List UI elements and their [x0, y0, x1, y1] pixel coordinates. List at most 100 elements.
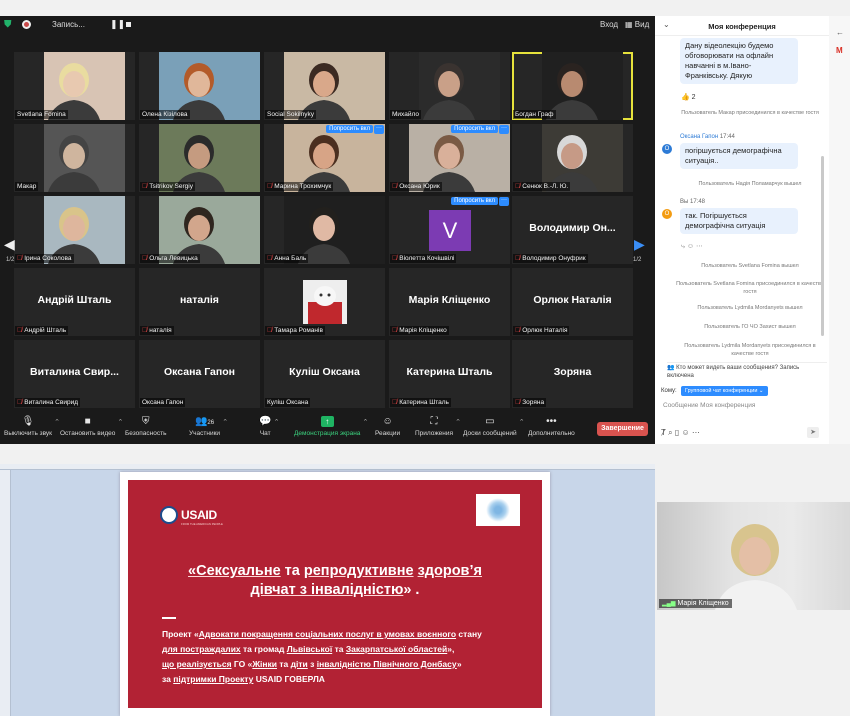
ask-to-unmute-button[interactable]: Попросить вкл — [451, 197, 498, 205]
usaid-logo: USAID FROM THE AMERICAN PEOPLE — [160, 506, 230, 526]
file-icon[interactable]: ▯ — [675, 428, 679, 437]
participant-tile[interactable]: Social Sokilnyky — [264, 52, 385, 120]
participant-tile[interactable]: Зоряна 🎙̸ Зоряна — [512, 340, 633, 408]
more-icon[interactable]: ⋯ — [692, 428, 700, 437]
participant-tile[interactable]: Орлюк Наталія 🎙̸ Орлюк Наталія — [512, 268, 633, 336]
stop-recording-icon[interactable] — [126, 22, 131, 27]
vertical-ruler — [0, 470, 11, 716]
chat-input[interactable]: Сообщение Моя конференция — [663, 402, 823, 409]
participant-tile[interactable]: 🎙̸ Ольга Левицька — [139, 196, 260, 264]
chat-sender: Оксана Гапон 17:44 — [680, 134, 735, 140]
back-arrow-icon[interactable]: ← — [836, 28, 844, 37]
participant-tile[interactable]: Попросить вкл ··· 🎙̸ Марина Трохимчук — [264, 124, 385, 192]
participant-tile[interactable]: Svetlana Fomina — [14, 52, 135, 120]
participant-tile[interactable]: Куліш Оксана Куліш Оксана — [264, 340, 385, 408]
participant-tile[interactable]: Оксана Гапон Оксана Гапон — [139, 340, 260, 408]
chat-visibility-notice[interactable]: 👥 Кто может видеть ваши сообщения? Запис… — [667, 362, 827, 380]
tile-more-icon[interactable]: ··· — [499, 125, 509, 134]
recipient-select[interactable]: Групповой чат конференции ⌄ — [681, 386, 768, 396]
participant-tile[interactable]: Виталина Свир... 🎙̸ Виталина Свирид — [14, 340, 135, 408]
participant-display-name: наталія — [180, 294, 219, 306]
reaction-count[interactable]: 👍 2 — [681, 93, 696, 101]
body-part: Адвокати покращення соціальних послуг в … — [198, 629, 457, 639]
participant-name-tag: 🎙̸ Віолетта Кочішвілі — [390, 254, 457, 263]
shield-icon[interactable]: ⛊ — [4, 19, 14, 30]
participant-face — [561, 143, 583, 169]
reply-icon[interactable]: ⤷ — [681, 243, 685, 250]
muted-microphone-icon: 🎙̸ — [515, 255, 521, 262]
gmail-icon[interactable]: M — [836, 46, 843, 55]
participants-count: 26 — [207, 420, 215, 426]
whiteboards-caret-icon[interactable]: ⌃ — [519, 418, 525, 426]
participant-tile[interactable]: наталія 🎙̸ наталія — [139, 268, 260, 336]
chat-button[interactable]: 💬 Чат ⌃ — [259, 416, 279, 437]
participants-button[interactable]: 👥26 Участники ⌃ — [189, 416, 228, 437]
body-part: інвалідністю Північного Донбасу — [316, 659, 457, 669]
participant-tile[interactable]: 🎙̸ Ірина Соколова — [14, 196, 135, 264]
participant-tile[interactable]: 🎙̸ Сенюк В.-Л. Ю. — [512, 124, 633, 192]
participant-tile[interactable]: Олена Кізілова — [139, 52, 260, 120]
ask-to-unmute-button[interactable]: Попросить вкл — [451, 125, 498, 133]
share-caret-icon[interactable]: ⌃ — [363, 418, 369, 426]
zoom-window: ⛊ Запись... ❚❚ Вход ▦ Вид Svetlana Fomin… — [0, 16, 655, 444]
tile-more-icon[interactable]: ··· — [374, 125, 384, 134]
title-part: дівчат з інвалідністю — [250, 582, 404, 598]
emoji-icon[interactable]: ☺ — [681, 428, 689, 437]
participant-name: Віолетта Кочішвілі — [399, 255, 455, 262]
participant-tile[interactable]: Марія Кліщенко 🎙̸ Марія Кліщенко — [389, 268, 510, 336]
screenshot-icon[interactable]: ⌕ — [668, 428, 672, 437]
slide-title: «Сексуальне та репродуктивне здоров’я дів… — [148, 562, 522, 600]
format-text-icon[interactable]: Ⱦ — [661, 428, 666, 437]
participant-tile[interactable]: Богдан Граф — [512, 52, 633, 120]
participant-tile[interactable]: Катерина Шталь 🎙̸ Катерина Шталь — [389, 340, 510, 408]
participant-name: Ірина Соколова — [24, 255, 72, 262]
apps-caret-icon[interactable]: ⌃ — [455, 418, 461, 426]
apps-button[interactable]: ⛶ Приложения ⌃ — [415, 416, 461, 437]
share-screen-button[interactable]: ↑ Демонстрация экрана ⌃ — [294, 416, 368, 437]
ask-to-unmute-button[interactable]: Попросить вкл — [326, 125, 373, 133]
more-icon[interactable]: ⋯ — [696, 243, 703, 250]
chat-caret-icon[interactable]: ⌃ — [274, 418, 280, 426]
participant-tile[interactable]: 🎙̸ Тамара Романів — [264, 268, 385, 336]
view-label: Вид — [634, 20, 650, 29]
more-button[interactable]: ••• Дополнительно — [528, 416, 575, 437]
reactions-button[interactable]: ☺ Реакции — [375, 416, 400, 437]
send-icon[interactable]: ➤ — [807, 427, 819, 438]
next-page-arrow-icon[interactable]: ▶ — [634, 236, 645, 256]
view-button[interactable]: ▦ Вид — [625, 20, 649, 29]
title-part: та — [280, 563, 304, 579]
participant-tile[interactable]: 🎙̸ Tsitrikov Sergiy — [139, 124, 260, 192]
participants-caret-icon[interactable]: ⌃ — [222, 418, 228, 426]
participant-tile[interactable]: Макар — [14, 124, 135, 192]
participant-name: Катерина Шталь — [399, 399, 449, 406]
security-button[interactable]: ⛨ Безопасность — [125, 416, 166, 437]
mute-button[interactable]: 🎙 Выключить звук ⌃ — [4, 416, 60, 437]
end-meeting-button[interactable]: Завершение — [597, 422, 648, 436]
title-part: «Сексуальне — [188, 563, 281, 579]
participant-name: Орлюк Наталія — [522, 327, 568, 334]
pause-recording-icon[interactable]: ❚❚ — [110, 19, 125, 29]
chat-scrollbar[interactable] — [821, 156, 824, 336]
previous-page-arrow-icon[interactable]: ◀ — [4, 236, 15, 256]
warning-text: Кто может видеть ваши сообщения? Запись … — [667, 365, 800, 379]
enter-button[interactable]: Вход — [600, 20, 618, 29]
participant-name-tag: 🎙̸ наталія — [140, 326, 174, 335]
tile-more-icon[interactable]: ··· — [499, 197, 509, 206]
participant-tile[interactable]: Андрій Шталь 🎙̸ Андрій Шталь — [14, 268, 135, 336]
participant-tile[interactable]: V Попросить вкл ··· 🎙̸ Віолетта Кочішвілі — [389, 196, 510, 264]
participant-tile[interactable]: Володимир Он... 🎙̸ Володимир Онуфрик — [512, 196, 633, 264]
chat-panel: ⌄ Моя конференция Дану відеолекцію будем… — [655, 16, 829, 444]
participant-name-tag: 🎙̸ Ольга Левицька — [140, 254, 200, 263]
stop-video-button[interactable]: ■ Остановить видео ⌃ — [60, 416, 123, 437]
video-caret-icon[interactable]: ⌃ — [118, 418, 124, 426]
participant-tile[interactable]: Попросить вкл ··· 🎙̸ Оксана Юрик — [389, 124, 510, 192]
participant-tile[interactable]: 🎙̸ Анна Баль — [264, 196, 385, 264]
usaid-seal-icon — [160, 506, 178, 524]
muted-microphone-icon: 🎙̸ — [515, 327, 521, 334]
recipient-label: Кому: — [661, 388, 677, 394]
participant-tile[interactable]: Михайло — [389, 52, 510, 120]
emoji-icon[interactable]: ☺ — [687, 243, 694, 250]
active-speaker-video[interactable]: ▂▄▆ Марія Кліщенко — [657, 502, 850, 610]
whiteboards-button[interactable]: ▭ Доски сообщений ⌃ — [463, 416, 525, 437]
body-part: Жінки — [252, 659, 277, 669]
